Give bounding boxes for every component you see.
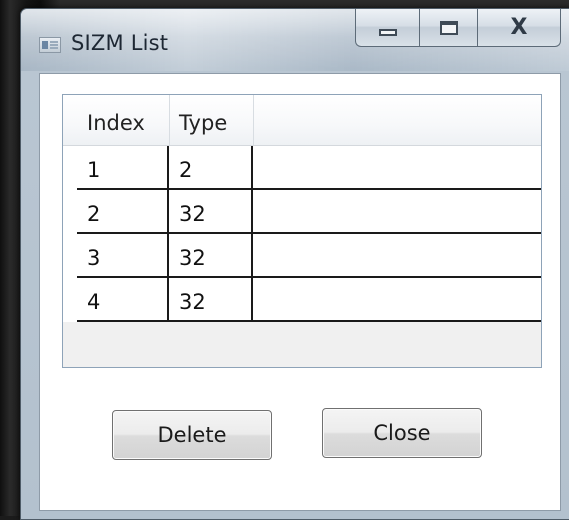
client-area: Index Type 1 2 2 32 3 32 4 32 Delete Clo… bbox=[39, 73, 561, 511]
column-divider[interactable] bbox=[253, 95, 254, 145]
minimize-button[interactable] bbox=[355, 9, 419, 47]
row-header[interactable] bbox=[63, 146, 77, 190]
column-header-type[interactable]: Type bbox=[169, 95, 253, 145]
table-row[interactable]: 2 32 bbox=[77, 190, 541, 234]
window-app-icon[interactable] bbox=[39, 37, 61, 53]
cell-divider bbox=[251, 278, 253, 320]
window-title: SIZM List bbox=[71, 31, 169, 55]
sizm-list-window: SIZM List X Index Type 1 2 2 32 3 32 4 3… bbox=[20, 8, 569, 520]
cell-divider bbox=[251, 234, 253, 276]
maximize-button[interactable] bbox=[419, 9, 477, 47]
title-bar[interactable]: SIZM List X bbox=[21, 9, 569, 71]
close-window-button[interactable]: X bbox=[477, 9, 561, 47]
cell-divider bbox=[251, 190, 253, 232]
cell-index: 2 bbox=[87, 202, 101, 226]
cell-index: 3 bbox=[87, 246, 101, 270]
table-row[interactable]: 3 32 bbox=[77, 234, 541, 278]
grid-header: Index Type bbox=[63, 95, 541, 146]
cell-index: 1 bbox=[87, 158, 101, 182]
cell-type: 32 bbox=[179, 246, 206, 270]
row-header[interactable] bbox=[63, 234, 77, 278]
close-icon: X bbox=[510, 15, 528, 40]
cell-index: 4 bbox=[87, 290, 101, 314]
table-row[interactable]: 1 2 bbox=[77, 146, 541, 190]
delete-button[interactable]: Delete bbox=[112, 410, 272, 460]
row-header[interactable] bbox=[63, 278, 77, 322]
row-header[interactable] bbox=[63, 190, 77, 234]
caption-buttons: X bbox=[355, 9, 561, 49]
cell-type: 32 bbox=[179, 202, 206, 226]
minimize-icon bbox=[378, 29, 397, 36]
close-button[interactable]: Close bbox=[322, 408, 482, 458]
column-header-index[interactable]: Index bbox=[77, 95, 169, 145]
cell-type: 2 bbox=[179, 158, 193, 182]
cell-divider bbox=[251, 146, 253, 188]
table-row[interactable]: 4 32 bbox=[77, 278, 541, 322]
cell-type: 32 bbox=[179, 290, 206, 314]
sizm-data-grid[interactable]: Index Type 1 2 2 32 3 32 4 32 bbox=[62, 94, 542, 368]
maximize-icon bbox=[439, 20, 458, 35]
